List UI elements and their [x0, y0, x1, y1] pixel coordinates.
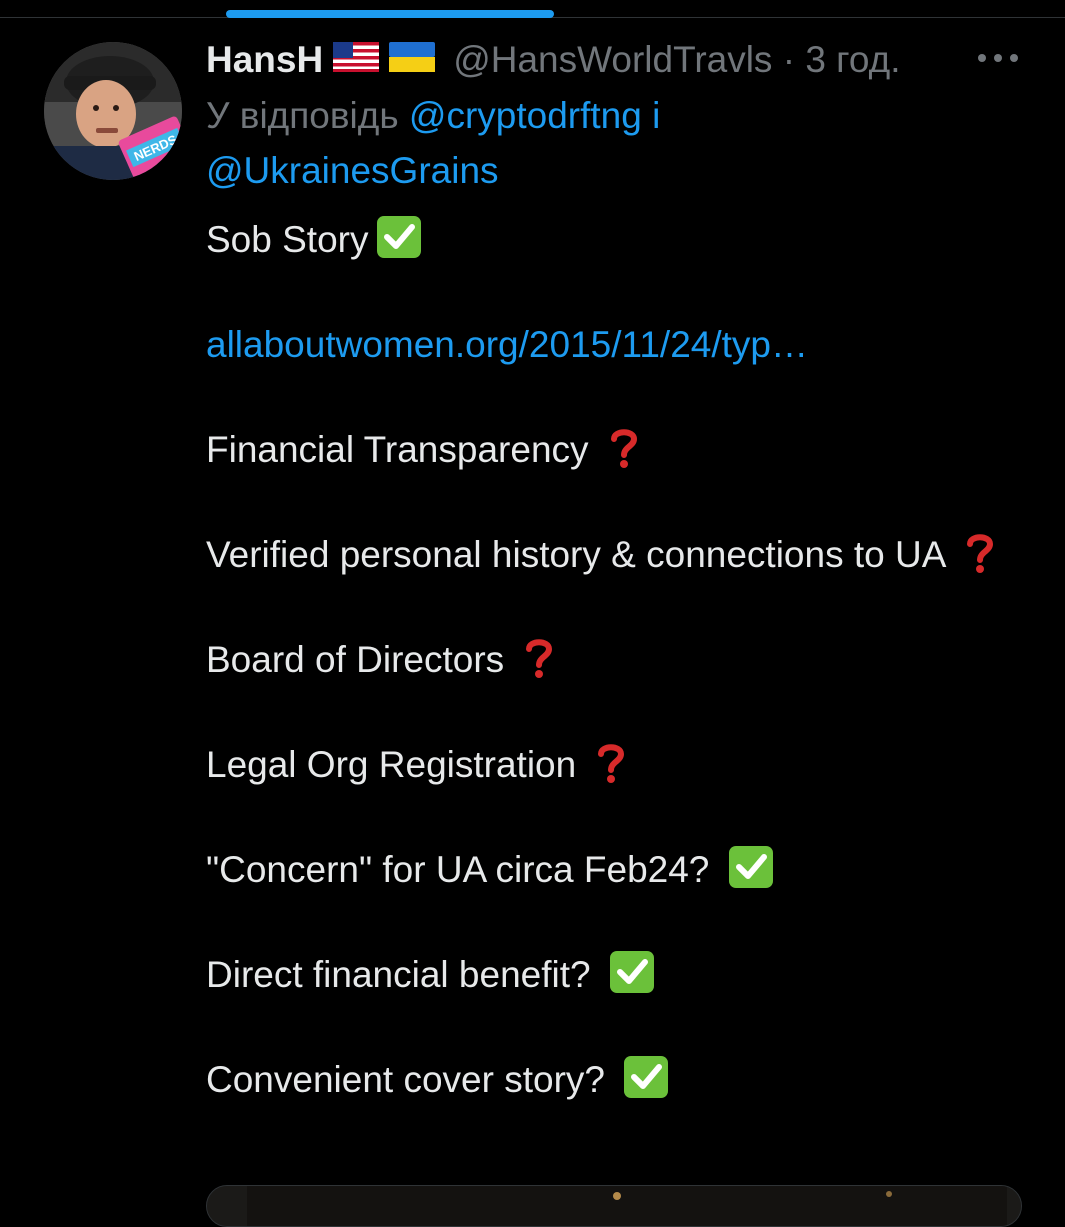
- external-link[interactable]: allaboutwomen.org/2015/11/24/typ…: [206, 324, 808, 365]
- reply-prefix: У відповідь: [206, 95, 399, 136]
- tweet-line: Financial Transparency: [206, 423, 1006, 476]
- reply-joiner: і: [652, 95, 661, 136]
- avatar[interactable]: NERDS: [44, 42, 182, 180]
- question-mark-icon: [524, 636, 554, 680]
- mention-link[interactable]: @cryptodrftng: [409, 95, 642, 136]
- tweet-line-text: Verified personal history & connections …: [206, 534, 955, 575]
- tab-indicator: [226, 10, 554, 18]
- tweet-line: Board of Directors: [206, 633, 1006, 686]
- tweet-text: Sob Story allaboutwomen.org/2015/11/24/t…: [206, 213, 1006, 1158]
- tweet-line: Sob Story: [206, 213, 1006, 266]
- tweet-line: Convenient cover story?: [206, 1053, 1006, 1106]
- tweet-line: Verified personal history & connections …: [206, 528, 1006, 581]
- reply-context: У відповідь @cryptodrftng і @UkrainesGra…: [206, 88, 966, 198]
- check-mark-icon: [726, 845, 776, 889]
- us-flag-icon: [333, 39, 380, 81]
- tweet-header: HansH @HansWorldTravls · 3 год.: [206, 36, 901, 84]
- check-mark-icon: [621, 1055, 671, 1099]
- question-mark-icon: [596, 741, 626, 785]
- tweet-line: Direct financial benefit?: [206, 948, 1006, 1001]
- handle-and-time[interactable]: @HansWorldTravls · 3 год.: [453, 39, 900, 81]
- media-preview[interactable]: [206, 1185, 1022, 1227]
- tweet-line-text: Board of Directors: [206, 639, 515, 680]
- display-name[interactable]: HansH: [206, 39, 323, 81]
- tweet-line-text: Direct financial benefit?: [206, 954, 601, 995]
- check-mark-icon: [374, 215, 424, 259]
- question-mark-icon: [609, 426, 639, 470]
- tweet-line-text: Financial Transparency: [206, 429, 599, 470]
- tweet-line: Legal Org Registration: [206, 738, 1006, 791]
- media-thumbnail: [207, 1186, 1021, 1226]
- tweet-line: allaboutwomen.org/2015/11/24/typ…: [206, 318, 1006, 371]
- tweet-line-text: Legal Org Registration: [206, 744, 587, 785]
- ukraine-flag-icon: [389, 39, 436, 81]
- check-mark-icon: [607, 950, 657, 994]
- tweet-line: "Concern" for UA circa Feb24?: [206, 843, 1006, 896]
- tweet-line-text: "Concern" for UA circa Feb24?: [206, 849, 720, 890]
- more-options-icon[interactable]: [976, 46, 1020, 70]
- tweet-line-text: Convenient cover story?: [206, 1059, 616, 1100]
- mention-link[interactable]: @UkrainesGrains: [206, 150, 499, 191]
- question-mark-icon: [965, 531, 995, 575]
- tweet-line-text: Sob Story: [206, 219, 369, 260]
- avatar-photo: NERDS: [44, 42, 182, 180]
